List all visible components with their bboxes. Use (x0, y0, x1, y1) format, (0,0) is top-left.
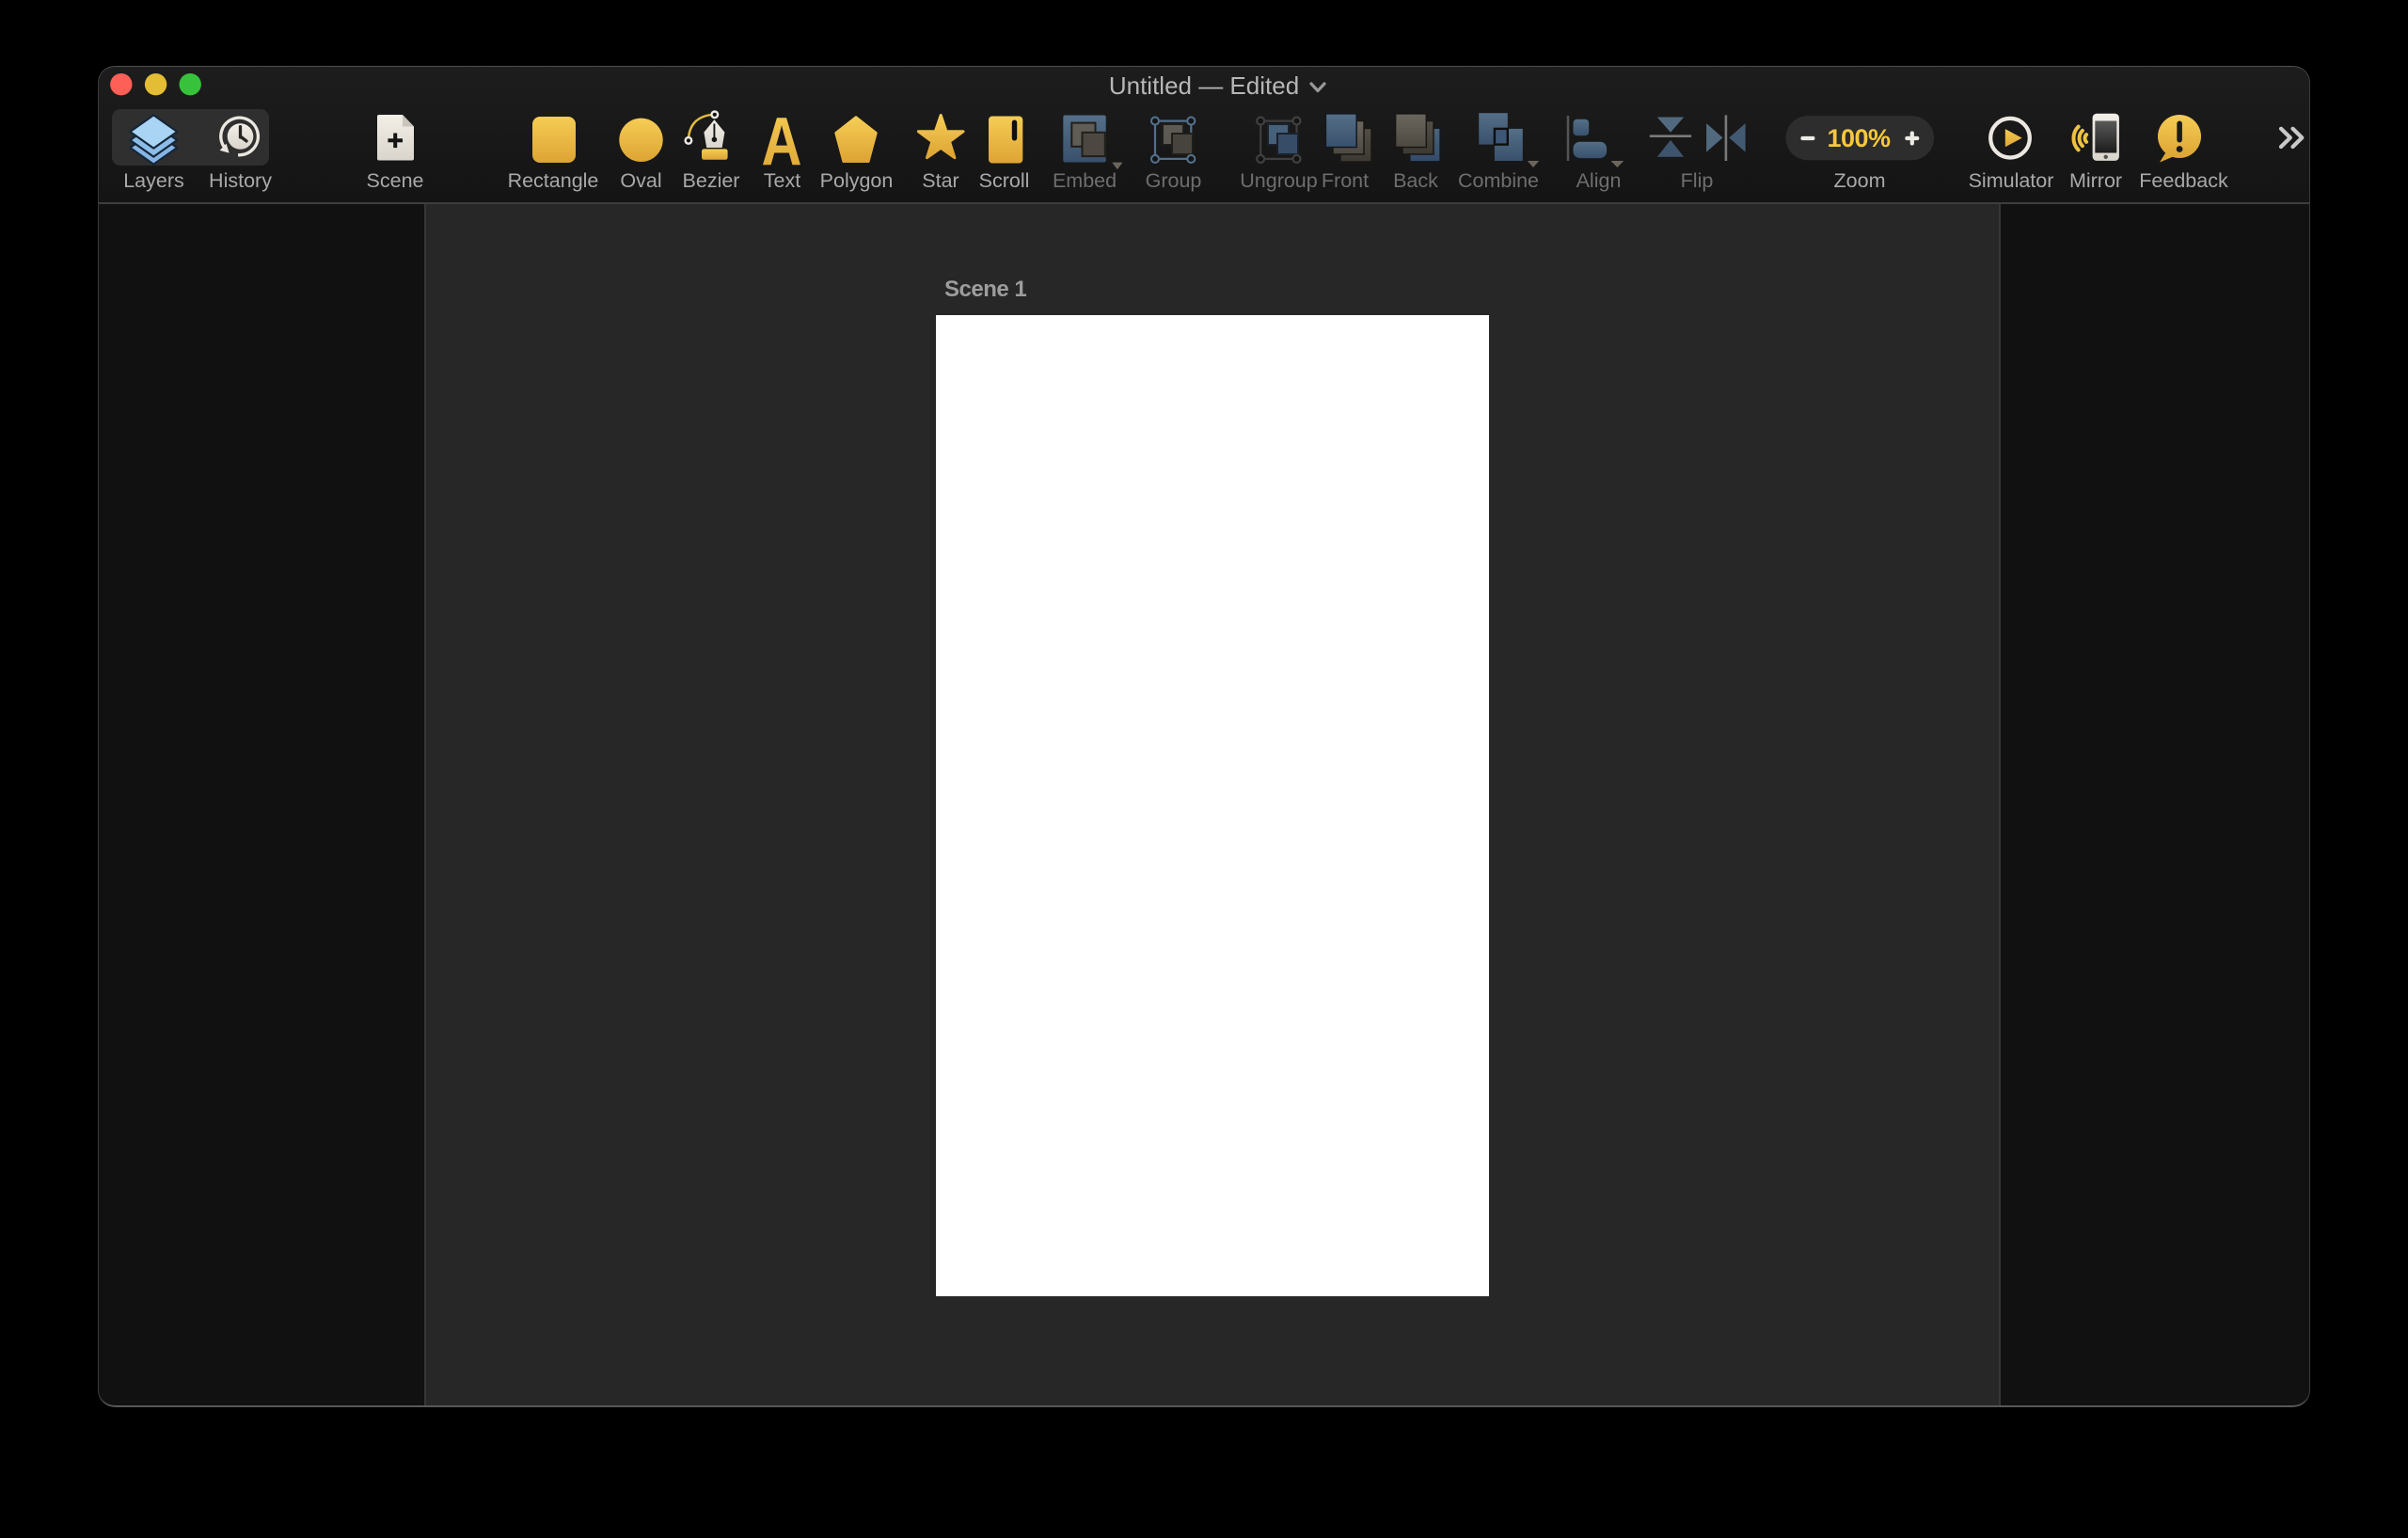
svg-text:100%: 100% (1827, 124, 1891, 152)
svg-text:A: A (762, 104, 802, 180)
